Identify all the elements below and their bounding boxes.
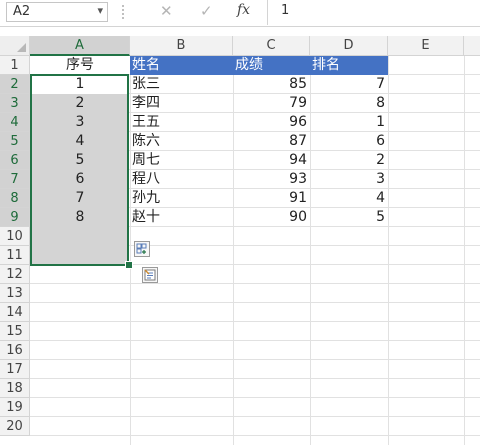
cell-d4[interactable]: 1: [310, 113, 388, 132]
formula-input-value: 1: [281, 3, 290, 18]
insert-function-icon[interactable]: fx: [237, 2, 250, 18]
gridline: [30, 397, 480, 398]
cell-d9[interactable]: 5: [310, 208, 388, 227]
column-header-c[interactable]: C: [233, 36, 310, 56]
gridline: [30, 302, 480, 303]
cell-d1[interactable]: 排名: [310, 56, 388, 75]
cancel-icon[interactable]: ✕: [160, 2, 173, 20]
cell-b3[interactable]: 李四: [130, 94, 233, 113]
cell-a1[interactable]: 序号: [30, 56, 130, 75]
cell-d8[interactable]: 4: [310, 189, 388, 208]
cell-c7[interactable]: 93: [233, 170, 310, 189]
row-header-5[interactable]: 5: [0, 132, 30, 151]
formula-bar: A2 ▾ ✕ ✓ fx 1: [0, 0, 480, 27]
name-box-value: A2: [13, 4, 31, 19]
fill-handle[interactable]: [125, 261, 133, 269]
column-header-a[interactable]: A: [30, 36, 130, 56]
cell-c5[interactable]: 87: [233, 132, 310, 151]
row-header-10[interactable]: 10: [0, 227, 30, 246]
row-header-3[interactable]: 3: [0, 94, 30, 113]
cell-c1[interactable]: 成绩: [233, 56, 310, 75]
spreadsheet-grid[interactable]: A B C D E 1 2 3 4 5 6 7 8 9 10 11 12 13 …: [0, 27, 480, 445]
cell-c9[interactable]: 90: [233, 208, 310, 227]
select-all-button[interactable]: [0, 36, 30, 56]
column-header-f[interactable]: [464, 36, 480, 56]
gridline: [30, 416, 480, 417]
row-header-20[interactable]: 20: [0, 417, 30, 436]
row-header-9[interactable]: 9: [0, 208, 30, 227]
row-header-6[interactable]: 6: [0, 151, 30, 170]
gridline: [30, 321, 480, 322]
cell-b1[interactable]: 姓名: [130, 56, 233, 75]
cell-d5[interactable]: 6: [310, 132, 388, 151]
column-header-d[interactable]: D: [310, 36, 388, 56]
select-all-icon: [17, 43, 26, 52]
selection-range-border: [30, 74, 129, 266]
row-header-15[interactable]: 15: [0, 322, 30, 341]
row-header-17[interactable]: 17: [0, 360, 30, 379]
gridline: [30, 359, 480, 360]
gridline: [30, 435, 480, 436]
row-header-8[interactable]: 8: [0, 189, 30, 208]
cell-d7[interactable]: 3: [310, 170, 388, 189]
row-header-12[interactable]: 12: [0, 265, 30, 284]
cell-b8[interactable]: 孙九: [130, 189, 233, 208]
cell-c2[interactable]: 85: [233, 75, 310, 94]
cell-d6[interactable]: 2: [310, 151, 388, 170]
cell-b6[interactable]: 周七: [130, 151, 233, 170]
gridline: [30, 340, 480, 341]
row-header-14[interactable]: 14: [0, 303, 30, 322]
autofill-options-icon[interactable]: [134, 241, 150, 257]
row-header-11[interactable]: 11: [0, 246, 30, 265]
cell-b9[interactable]: 赵十: [130, 208, 233, 227]
cell-c6[interactable]: 94: [233, 151, 310, 170]
cell-c3[interactable]: 79: [233, 94, 310, 113]
cell-b4[interactable]: 王五: [130, 113, 233, 132]
formula-input[interactable]: 1: [267, 0, 480, 25]
row-header-7[interactable]: 7: [0, 170, 30, 189]
row-header-4[interactable]: 4: [0, 113, 30, 132]
gridline: [30, 378, 480, 379]
gridline: [388, 56, 389, 445]
cell-c8[interactable]: 91: [233, 189, 310, 208]
gridline: [30, 283, 480, 284]
cell-d3[interactable]: 8: [310, 94, 388, 113]
row-header-13[interactable]: 13: [0, 284, 30, 303]
name-box[interactable]: A2 ▾: [6, 2, 108, 22]
cell-d2[interactable]: 7: [310, 75, 388, 94]
cell-b5[interactable]: 陈六: [130, 132, 233, 151]
column-header-e[interactable]: E: [388, 36, 464, 56]
chevron-down-icon[interactable]: ▾: [97, 4, 103, 17]
quick-analysis-icon[interactable]: [142, 267, 158, 283]
cell-c4[interactable]: 96: [233, 113, 310, 132]
row-header-1[interactable]: 1: [0, 56, 30, 75]
formula-bar-separator: [122, 5, 125, 19]
row-header-16[interactable]: 16: [0, 341, 30, 360]
row-header-2[interactable]: 2: [0, 75, 30, 94]
column-header-b[interactable]: B: [130, 36, 233, 56]
cell-b7[interactable]: 程八: [130, 170, 233, 189]
row-header-19[interactable]: 19: [0, 398, 30, 417]
enter-check-icon[interactable]: ✓: [200, 2, 213, 20]
cell-b2[interactable]: 张三: [130, 75, 233, 94]
row-header-18[interactable]: 18: [0, 379, 30, 398]
gridline: [464, 56, 465, 445]
